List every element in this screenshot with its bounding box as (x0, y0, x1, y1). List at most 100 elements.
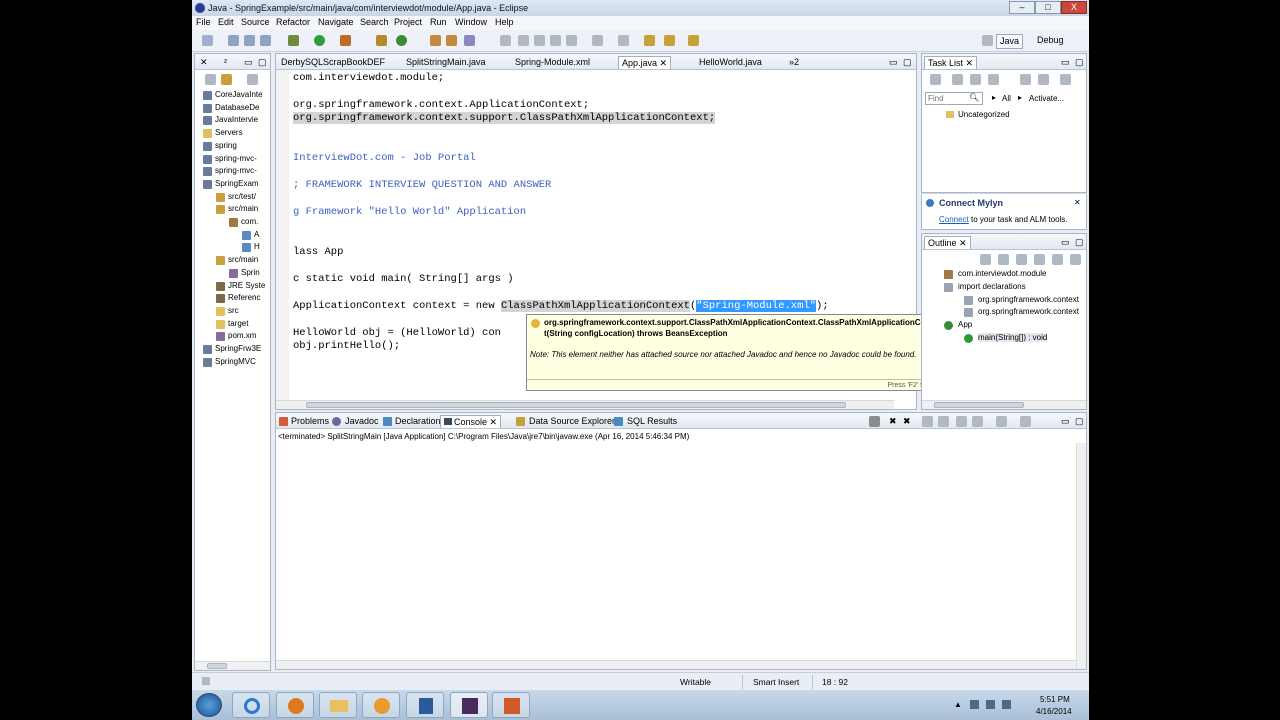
menu-edit[interactable]: Edit (218, 17, 234, 27)
maximize-button[interactable]: □ (1035, 1, 1061, 14)
editor-tab-helloworld[interactable]: HelloWorld.java (696, 56, 765, 69)
tab-task-list[interactable]: Task List ✕ (924, 56, 978, 69)
new-task-icon[interactable] (930, 74, 941, 85)
new-java-project-icon[interactable] (376, 35, 387, 46)
show-when-stderr-icon[interactable] (972, 416, 983, 427)
open-type-icon[interactable] (430, 35, 441, 46)
back-icon[interactable] (664, 35, 675, 46)
tab-data-source-explorer[interactable]: Data Source Explorer (526, 415, 618, 428)
close-icon[interactable]: ✕ (197, 56, 211, 69)
explorer-tree-item[interactable]: src (228, 306, 239, 315)
editor-tab-splitstring[interactable]: SplitStringMain.java (403, 56, 489, 69)
outline-item[interactable]: import declarations (958, 282, 1026, 291)
taskbar-media[interactable] (362, 692, 400, 718)
open-perspective-icon[interactable] (982, 35, 993, 46)
sort-icon[interactable] (980, 254, 991, 265)
menu-window[interactable]: Window (455, 17, 487, 27)
explorer-tree-item[interactable]: com. (241, 217, 258, 226)
expand-all-icon[interactable] (1038, 74, 1049, 85)
search-icon[interactable] (464, 35, 475, 46)
minimize-view-icon[interactable]: ▭ (886, 56, 901, 69)
explorer-tree-item[interactable]: target (228, 319, 248, 328)
new-icon[interactable] (202, 35, 213, 46)
new-class-icon[interactable] (396, 35, 407, 46)
outline-item[interactable]: com.interviewdot.module (958, 269, 1046, 278)
close-button[interactable]: X (1061, 1, 1087, 14)
remove-launch-icon[interactable]: ✖ (886, 415, 900, 428)
explorer-tree-item[interactable]: src/main (228, 255, 258, 264)
view-menu-icon[interactable] (1070, 254, 1081, 265)
run-icon[interactable] (314, 35, 325, 46)
menu-navigate[interactable]: Navigate (318, 17, 354, 27)
editor-tab-app[interactable]: App.java ✕ (618, 56, 672, 69)
hide-local-types-icon[interactable] (1052, 254, 1063, 265)
explorer-tree-item[interactable]: H (254, 242, 260, 251)
remove-all-icon[interactable]: ✖ (900, 415, 914, 428)
outline-item[interactable]: org.springframework.context (978, 295, 1079, 304)
network-icon[interactable] (986, 700, 995, 709)
menu-project[interactable]: Project (394, 17, 422, 27)
tray-expand-icon[interactable]: ▲ (954, 700, 962, 709)
explorer-tree-item[interactable]: src/test/ (228, 192, 256, 201)
sync-icon[interactable] (988, 74, 999, 85)
word-wrap-icon[interactable] (938, 416, 949, 427)
outline-item[interactable]: org.springframework.context (978, 307, 1079, 316)
close-icon[interactable]: ✕ (1074, 198, 1081, 207)
search-icon[interactable]: 🔍︎ (969, 93, 979, 102)
task-filter-all[interactable]: All (1002, 94, 1011, 103)
scroll-thumb[interactable] (934, 402, 1024, 408)
tab-sql-results[interactable]: SQL Results (624, 415, 680, 428)
menu-help[interactable]: Help (495, 17, 514, 27)
view-menu-icon[interactable] (1060, 74, 1071, 85)
hide-fields-icon[interactable] (998, 254, 1009, 265)
prev-annotation-icon[interactable] (618, 35, 629, 46)
editor-h-scrollbar[interactable] (276, 400, 894, 409)
toggle-mark-icon[interactable] (500, 35, 511, 46)
outline-h-scrollbar[interactable] (922, 400, 1086, 409)
forward-icon[interactable] (688, 35, 699, 46)
view-menu-icon[interactable] (247, 74, 258, 85)
explorer-tree-item[interactable]: Sprin (241, 268, 260, 277)
taskbar-explorer[interactable] (319, 692, 357, 718)
next-annotation-icon[interactable] (592, 35, 603, 46)
explorer-scrollbar[interactable] (195, 661, 270, 670)
hide-completed-icon[interactable] (1020, 74, 1031, 85)
minimize-button[interactable]: – (1009, 1, 1035, 14)
scroll-thumb[interactable] (207, 663, 227, 669)
show-when-stdout-icon[interactable] (956, 416, 967, 427)
scroll-lock-icon[interactable] (922, 416, 933, 427)
categorize-icon[interactable] (952, 74, 963, 85)
hide-static-icon[interactable] (1016, 254, 1027, 265)
mylyn-connect-link[interactable]: Connect (939, 215, 969, 224)
editor-tab-overflow[interactable]: »2 (786, 56, 802, 69)
open-console-icon[interactable] (1020, 416, 1031, 427)
tab-problems[interactable]: Problems (288, 415, 332, 428)
explorer-tree-item[interactable]: JRE Syste (228, 281, 265, 290)
taskbar-eclipse[interactable] (450, 692, 488, 718)
maximize-view-icon[interactable]: ▢ (1072, 56, 1087, 69)
explorer-tree-item[interactable]: SpringExam (215, 179, 259, 188)
maximize-view-icon[interactable]: ▢ (900, 56, 915, 69)
minimize-view-icon[interactable]: ▭ (241, 56, 256, 69)
scheduled-icon[interactable] (970, 74, 981, 85)
taskbar-app[interactable] (406, 692, 444, 718)
play-icon[interactable]: ▸ (1018, 93, 1022, 102)
tab-declaration[interactable]: Declaration (392, 415, 444, 428)
taskbar-ie[interactable] (232, 692, 270, 718)
maximize-view-icon[interactable]: ▢ (1072, 415, 1087, 428)
last-edit-icon[interactable] (644, 35, 655, 46)
menu-search[interactable]: Search (360, 17, 389, 27)
console-v-scrollbar[interactable] (1076, 443, 1086, 669)
clock-time[interactable]: 5:51 PM (1040, 695, 1070, 704)
menu-file[interactable]: File (196, 17, 211, 27)
link-editor-icon[interactable] (221, 74, 232, 85)
explorer-tree-item[interactable]: SpringMVC (215, 357, 256, 366)
explorer-tree-item[interactable]: src/main (228, 204, 258, 213)
taskbar-office[interactable] (492, 692, 530, 718)
taskbar-firefox[interactable] (276, 692, 314, 718)
console-h-scrollbar[interactable] (276, 660, 1076, 669)
minimize-view-icon[interactable]: ▭ (1058, 56, 1073, 69)
explorer-tree-item[interactable]: Servers (215, 128, 243, 137)
tab-console[interactable]: Console ✕ (440, 415, 502, 428)
minimize-view-icon[interactable]: ▭ (1058, 236, 1073, 249)
